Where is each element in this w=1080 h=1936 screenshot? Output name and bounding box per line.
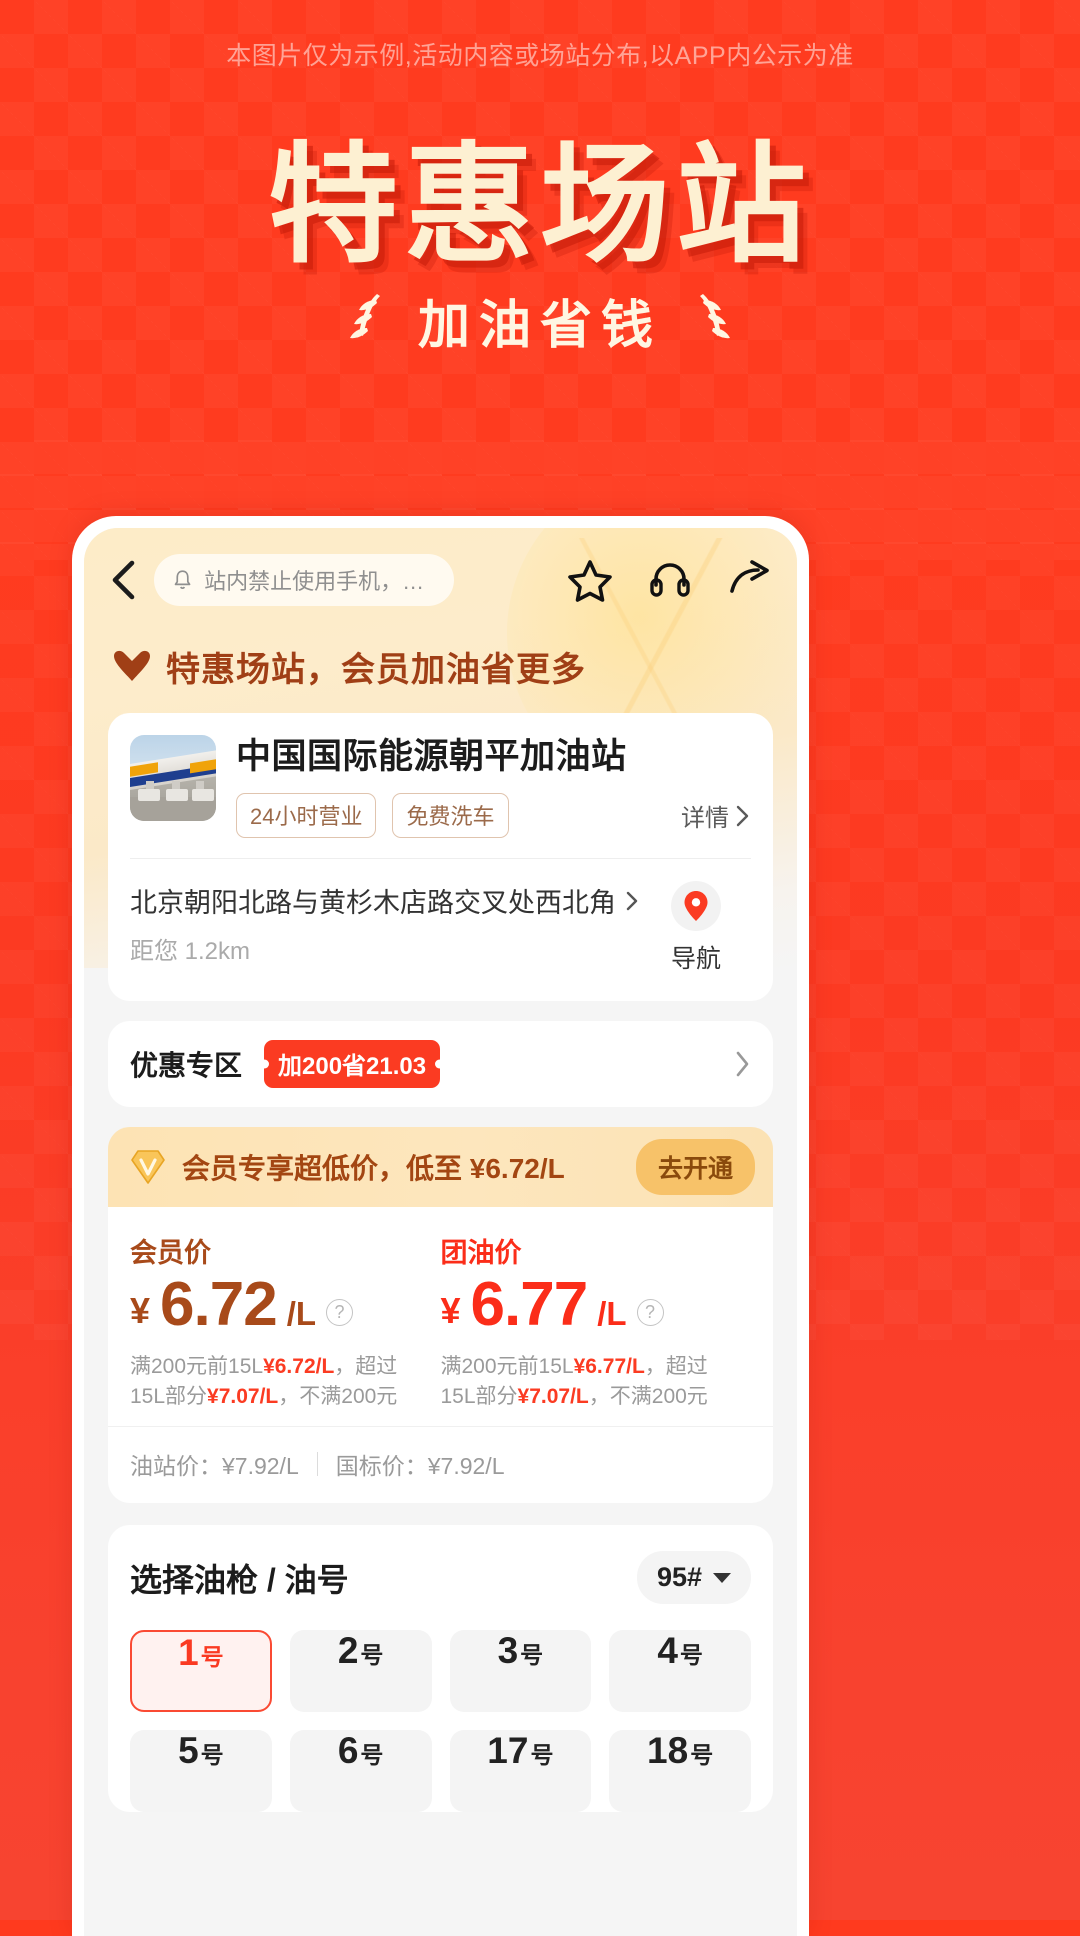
gun-suffix: 号 (200, 1742, 224, 1768)
vip-diamond-icon (131, 1150, 165, 1184)
member-banner-text: 会员专享超低价，低至 ¥6.72/L (182, 1153, 565, 1184)
station-address: 北京朝阳北路与黄杉木店路交叉处西北角 (130, 888, 616, 918)
price-amount: 6.77 (470, 1270, 589, 1339)
gun-cell[interactable]: 18 号 (609, 1730, 751, 1812)
address-block[interactable]: 北京朝阳北路与黄杉木店路交叉处西北角 距您 1.2km (130, 881, 641, 966)
bell-icon (174, 570, 191, 589)
heart-icon (114, 650, 150, 681)
station-thumbnail (130, 735, 216, 821)
page-subtitle: 加油省钱 (417, 297, 662, 355)
gun-cell[interactable]: 2号 (289, 1630, 432, 1712)
station-tag: 24小时营业 (236, 793, 377, 838)
question-icon[interactable]: ? (636, 1299, 664, 1326)
gun-number: 17 (487, 1730, 529, 1771)
station-header: 中国国际能源朝平加油站 24小时营业 免费洗车 详情 (108, 713, 773, 838)
headset-icon[interactable] (647, 557, 693, 603)
gun-number: 5 (178, 1730, 199, 1771)
fuel-type-select[interactable]: 95# (636, 1551, 751, 1604)
page-title: 特惠场站 (267, 132, 812, 278)
gun-suffix: 号 (360, 1742, 384, 1768)
chevron-right-icon (736, 1051, 749, 1077)
gun-cell[interactable]: 3号 (449, 1630, 592, 1712)
station-distance: 距您 1.2km (130, 938, 251, 965)
gun-cell[interactable]: 4号 (609, 1630, 751, 1712)
detail-label: 详情 (681, 805, 729, 832)
gun-cell[interactable]: 5号 (130, 1730, 272, 1812)
station-tags: 24小时营业 免费洗车 详情 (236, 793, 751, 838)
price-unit: /L (597, 1295, 627, 1332)
price-unit: /L (286, 1295, 317, 1332)
star-icon[interactable] (567, 557, 613, 603)
gun-cell[interactable]: 1号 (130, 1630, 272, 1712)
notice-banner[interactable]: 站内禁止使用手机，请去… (154, 554, 454, 606)
gun-number: 4 (657, 1630, 678, 1671)
promo-title: 优惠专区 (130, 1050, 243, 1081)
currency-symbol: ¥ (440, 1290, 461, 1331)
station-info: 中国国际能源朝平加油站 24小时营业 免费洗车 详情 (236, 735, 751, 838)
footer-separator (316, 1452, 318, 1476)
section-heading: 特惠场站，会员加油省更多 (166, 651, 586, 689)
app-screen: 站内禁止使用手机，请去… (84, 528, 797, 1936)
price-note: 满200元前15L¥6.77/L，超过15L部分¥7.07/L，不满200元¥7… (440, 1355, 708, 1408)
map-pin-icon (671, 881, 721, 931)
gun-cell[interactable]: 17 号 (449, 1730, 592, 1812)
chevron-down-icon (713, 1572, 731, 1583)
navigate-button[interactable]: 导航 (641, 881, 751, 975)
station-name: 中国国际能源朝平加油站 (236, 737, 627, 776)
price-card: 会员价 ¥ 6.72 /L ? 满200元前15L¥6.72/L，超过15L部分… (108, 1207, 773, 1503)
standard-price: 国标价：¥7.92/L (335, 1453, 505, 1479)
station-detail-link[interactable]: 详情 (681, 798, 751, 833)
price-column-member: 会员价 ¥ 6.72 /L ? 满200元前15L¥6.72/L，超过15L部分… (130, 1231, 441, 1414)
price-column-group: 团油价 ¥ 6.77 /L ? 满200元前15L¥6.77/L，超过15L部分… (441, 1231, 752, 1414)
price-footer: 油站价：¥7.92/L 国标价：¥7.92/L (108, 1426, 773, 1503)
promo-zone-row[interactable]: 优惠专区 加200省21.03 (108, 1021, 773, 1107)
disclaimer-text: 本图片仅为示例,活动内容或场站分布,以APP内公示为准 (226, 42, 854, 70)
activate-membership-button[interactable]: 去开通 (635, 1139, 755, 1195)
navbar-actions (567, 557, 777, 603)
price-block: 会员专享超低价，低至 ¥6.72/L 去开通 会员价 ¥ 6.72 /L ? 满… (108, 1127, 773, 1503)
gun-suffix: 号 (520, 1642, 544, 1668)
app-navbar: 站内禁止使用手机，请去… (84, 528, 797, 606)
price-columns: 会员价 ¥ 6.72 /L ? 满200元前15L¥6.72/L，超过15L部分… (108, 1231, 773, 1414)
gun-suffix: 号 (679, 1642, 703, 1668)
fuel-type-value: 95# (656, 1562, 702, 1592)
gun-picker-header: 选择油枪 / 油号 95# (130, 1551, 751, 1604)
chevron-right-icon (736, 805, 749, 826)
gun-suffix: 号 (360, 1642, 384, 1668)
price-label: 会员价 (130, 1238, 211, 1268)
gun-number: 18 (647, 1730, 689, 1771)
station-tag: 免费洗车 (392, 793, 509, 838)
share-icon[interactable] (727, 557, 773, 603)
question-icon[interactable]: ? (326, 1299, 354, 1326)
gun-suffix: 号 (690, 1742, 714, 1768)
promo-badge: 加200省21.03 (264, 1040, 441, 1088)
station-address-row: 北京朝阳北路与黄杉木店路交叉处西北角 距您 1.2km 导航 (108, 859, 773, 1001)
station-price: 油站价：¥7.92/L (130, 1453, 299, 1479)
gun-number: 1 (178, 1632, 199, 1673)
price-note: 满200元前15L¥6.72/L，超过15L部分¥7.07/L，不满200元¥7… (130, 1355, 398, 1408)
gun-number: 6 (337, 1730, 359, 1771)
phone-mockup: 站内禁止使用手机，请去… (72, 516, 809, 1936)
wheat-left-icon (349, 293, 380, 338)
station-card: 中国国际能源朝平加油站 24小时营业 免费洗车 详情 北京朝阳北路与黄杉木店路交… (108, 713, 773, 1001)
gun-suffix: 号 (530, 1742, 554, 1768)
notice-text: 站内禁止使用手机，请去… (204, 569, 436, 594)
gun-suffix: 号 (200, 1644, 224, 1670)
member-banner: 会员专享超低价，低至 ¥6.72/L 去开通 (108, 1127, 773, 1207)
price-amount: 6.72 (160, 1270, 278, 1339)
price-label: 团油价 (440, 1238, 522, 1268)
gun-cell[interactable]: 6号 (289, 1730, 432, 1812)
hero-subtitle-row: 加油省钱 (0, 283, 1080, 358)
wheat-right-icon (700, 293, 730, 338)
gun-number: 2 (337, 1630, 359, 1671)
gun-picker-card: 选择油枪 / 油号 95# 1 号 2 号 3 号 4 号 5 号 6 号 17 号 18 号 (108, 1525, 773, 1812)
navigate-label: 导航 (670, 945, 721, 973)
gun-grid: 1 号 2 号 3 号 4 号 5 号 6 号 17 号 18 号 (130, 1630, 751, 1812)
gun-number: 3 (497, 1630, 519, 1671)
chevron-left-icon[interactable] (106, 559, 140, 601)
gun-picker-title: 选择油枪 / 油号 (130, 1561, 349, 1598)
section-header: 特惠场站，会员加油省更多 (84, 606, 797, 691)
currency-symbol: ¥ (130, 1290, 151, 1331)
chevron-right-icon (626, 891, 638, 910)
